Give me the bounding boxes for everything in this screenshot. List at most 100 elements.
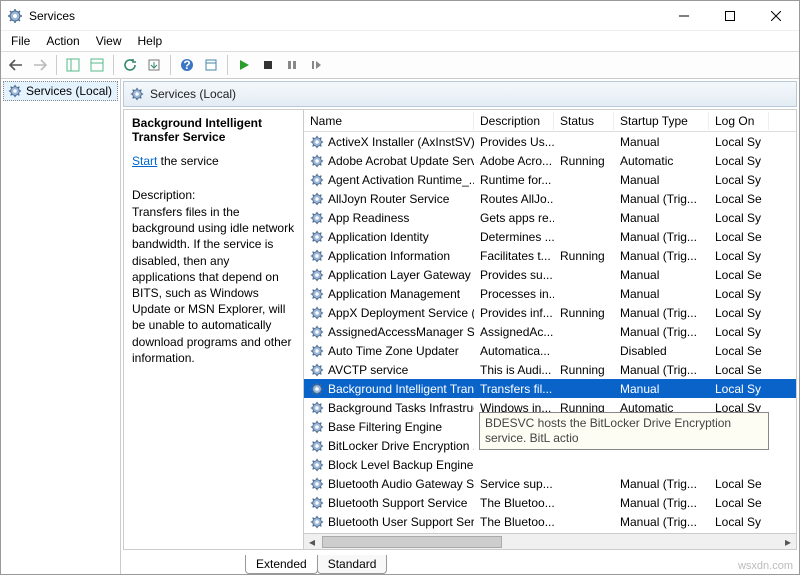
export-button[interactable]	[86, 54, 108, 76]
refresh-button[interactable]	[119, 54, 141, 76]
gear-icon	[310, 401, 324, 415]
forward-button[interactable]	[29, 54, 51, 76]
service-row[interactable]: Adobe Acrobat Update Serv...Adobe Acro..…	[304, 151, 796, 170]
service-status: Running	[554, 249, 614, 263]
tooltip: BDESVC hosts the BitLocker Drive Encrypt…	[479, 412, 769, 450]
service-list: ActiveX Installer (AxInstSV)Provides Us.…	[304, 132, 796, 533]
start-service-link[interactable]: Start	[132, 154, 157, 168]
properties-button[interactable]	[200, 54, 222, 76]
gear-icon	[310, 382, 324, 396]
minimize-button[interactable]	[661, 1, 707, 30]
menu-file[interactable]: File	[5, 32, 36, 50]
service-row[interactable]: Background Intelligent Tran...Transfers …	[304, 379, 796, 398]
tree-pane: Services (Local)	[1, 79, 121, 574]
stop-service-button[interactable]	[257, 54, 279, 76]
gear-icon	[310, 192, 324, 206]
service-row[interactable]: App ReadinessGets apps re...ManualLocal …	[304, 208, 796, 227]
service-description: This is Audi...	[474, 363, 554, 377]
help-button[interactable]: ?	[176, 54, 198, 76]
gear-icon	[310, 439, 324, 453]
service-startup: Manual (Trig...	[614, 192, 709, 206]
tree-item-services-local[interactable]: Services (Local)	[3, 81, 118, 101]
tab-extended[interactable]: Extended	[245, 555, 318, 574]
toolbar-separator	[113, 55, 114, 75]
service-name: Application Identity	[328, 230, 429, 244]
service-name: AVCTP service	[328, 363, 408, 377]
service-row[interactable]: AssignedAccessManager Se...AssignedAc...…	[304, 322, 796, 341]
gear-icon	[8, 84, 22, 98]
service-startup: Manual	[614, 287, 709, 301]
service-row[interactable]: Application InformationFacilitates t...R…	[304, 246, 796, 265]
pause-service-button[interactable]	[281, 54, 303, 76]
toolbar-separator	[227, 55, 228, 75]
toolbar-separator	[170, 55, 171, 75]
close-button[interactable]	[753, 1, 799, 30]
service-row[interactable]: Bluetooth Support ServiceThe Bluetoo...M…	[304, 493, 796, 512]
service-description: Processes in...	[474, 287, 554, 301]
gear-icon	[310, 477, 324, 491]
service-name: Bluetooth User Support Ser...	[328, 515, 474, 529]
column-logon[interactable]: Log On	[709, 112, 769, 130]
service-name: Application Management	[328, 287, 460, 301]
service-name: Bluetooth Audio Gateway S...	[328, 477, 474, 491]
export-list-button[interactable]	[143, 54, 165, 76]
service-row[interactable]: Application Layer Gateway ...Provides su…	[304, 265, 796, 284]
service-logon: Local Se	[709, 192, 769, 206]
service-description: Gets apps re...	[474, 211, 554, 225]
column-description[interactable]: Description	[474, 112, 554, 130]
service-startup: Manual (Trig...	[614, 306, 709, 320]
service-row[interactable]: AllJoyn Router ServiceRoutes AllJo...Man…	[304, 189, 796, 208]
service-row[interactable]: Agent Activation Runtime_...Runtime for.…	[304, 170, 796, 189]
service-row[interactable]: Application Management Processes in... Man…	[304, 284, 796, 303]
gear-icon	[310, 515, 324, 529]
service-description: Adobe Acro...	[474, 154, 554, 168]
service-row[interactable]: Bluetooth User Support Ser...The Bluetoo…	[304, 512, 796, 531]
service-row[interactable]: Bluetooth Audio Gateway S...Service sup.…	[304, 474, 796, 493]
gear-icon	[310, 325, 324, 339]
menu-help[interactable]: Help	[132, 32, 169, 50]
tree-item-label: Services (Local)	[26, 84, 112, 98]
restart-service-button[interactable]	[305, 54, 327, 76]
column-headers: Name Description Status Startup Type Log…	[304, 110, 796, 132]
service-name: Bluetooth Support Service	[328, 496, 467, 510]
column-name[interactable]: Name	[304, 112, 474, 130]
toolbar-separator	[56, 55, 57, 75]
service-row[interactable]: Application IdentityDetermines ...Manual…	[304, 227, 796, 246]
description-text: Transfers files in the background using …	[132, 204, 295, 366]
service-startup: Manual	[614, 211, 709, 225]
tab-standard[interactable]: Standard	[317, 555, 388, 574]
service-name: AppX Deployment Service (...	[328, 306, 474, 320]
service-name: AssignedAccessManager Se...	[328, 325, 474, 339]
service-name: Background Tasks Infrastruc...	[328, 401, 474, 415]
service-startup: Manual (Trig...	[614, 496, 709, 510]
maximize-button[interactable]	[707, 1, 753, 30]
service-row[interactable]: Block Level Backup Engine ...	[304, 455, 796, 474]
column-startup[interactable]: Startup Type	[614, 112, 709, 130]
gear-icon	[310, 344, 324, 358]
service-row[interactable]: ActiveX Installer (AxInstSV)Provides Us.…	[304, 132, 796, 151]
start-service-button[interactable]	[233, 54, 255, 76]
column-status[interactable]: Status	[554, 112, 614, 130]
service-name: Base Filtering Engine	[328, 420, 442, 434]
scroll-right-icon[interactable]: ▸	[780, 535, 796, 549]
menu-action[interactable]: Action	[40, 32, 85, 50]
toolbar: ?	[1, 51, 799, 79]
show-hide-tree-button[interactable]	[62, 54, 84, 76]
service-description: Facilitates t...	[474, 249, 554, 263]
service-row[interactable]: Auto Time Zone UpdaterAutomatica...Disab…	[304, 341, 796, 360]
scrollbar-thumb[interactable]	[322, 536, 502, 548]
horizontal-scrollbar[interactable]: ◂ ▸	[304, 533, 796, 549]
back-button[interactable]	[5, 54, 27, 76]
service-row[interactable]: AVCTP serviceThis is Audi...RunningManua…	[304, 360, 796, 379]
service-description: Runtime for...	[474, 173, 554, 187]
service-startup: Manual (Trig...	[614, 515, 709, 529]
menu-view[interactable]: View	[90, 32, 128, 50]
gear-icon	[310, 211, 324, 225]
service-startup: Manual	[614, 135, 709, 149]
service-logon: Local Se	[709, 496, 769, 510]
service-logon: Local Sy	[709, 382, 769, 396]
service-row[interactable]: AppX Deployment Service (...Provides inf…	[304, 303, 796, 322]
service-name: AllJoyn Router Service	[328, 192, 449, 206]
service-description: AssignedAc...	[474, 325, 554, 339]
scroll-left-icon[interactable]: ◂	[304, 535, 320, 549]
